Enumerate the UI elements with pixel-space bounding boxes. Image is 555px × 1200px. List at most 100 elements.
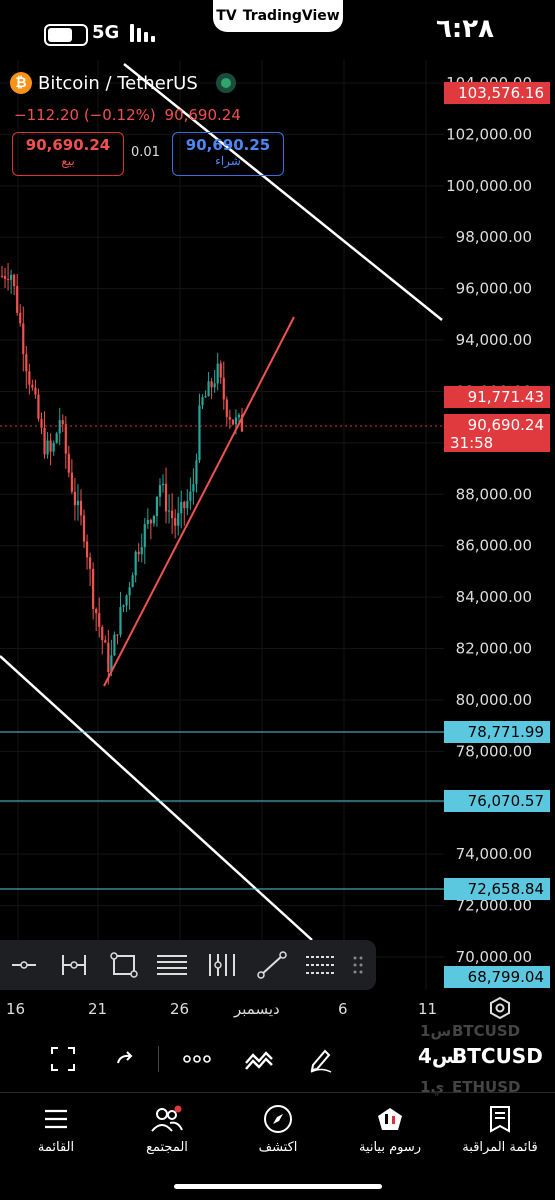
candle-body — [64, 424, 67, 454]
candle-body — [146, 519, 149, 525]
candle-body — [101, 626, 104, 641]
tab-watchlist[interactable]: قائمة المراقبة — [450, 1100, 550, 1155]
horizontal-line-icon[interactable] — [6, 948, 42, 982]
candle-body — [225, 399, 228, 417]
watchlist-symbol[interactable]: ETHUSD — [452, 1078, 520, 1096]
indicators-icon[interactable] — [244, 1044, 274, 1074]
compass-icon — [264, 1105, 292, 1133]
price-change: −112.20 (−0.12%) 90,690.24 — [14, 106, 241, 124]
community-icon — [151, 1105, 183, 1132]
tradingview-pill[interactable]: TV TradingView — [213, 0, 343, 32]
price-chart[interactable]: 104,000.00102,000.00100,000.0098,000.009… — [0, 60, 555, 990]
more-options-icon[interactable] — [182, 1044, 212, 1074]
symbol-header[interactable]: ₿ Bitcoin / TetherUS — [10, 72, 236, 94]
candle-body — [107, 642, 110, 673]
candle-body — [128, 587, 131, 596]
candle-body — [195, 460, 198, 485]
date-label: 16 — [6, 1000, 26, 1018]
price-tick-label: 88,000.00 — [456, 485, 532, 503]
candle-body — [140, 547, 143, 555]
date-label: ديسمبر — [234, 1000, 280, 1018]
price-tick-label: 102,000.00 — [446, 125, 532, 143]
clock: ٦:٢٨ — [436, 14, 495, 44]
fullscreen-icon[interactable] — [48, 1044, 78, 1074]
candle-body — [131, 575, 134, 588]
watchlist-symbol[interactable]: BTCUSD — [452, 1022, 520, 1040]
more-tools-icon[interactable] — [302, 948, 338, 982]
market-open-icon — [215, 73, 236, 93]
candle-body — [58, 420, 61, 434]
network-label: 5G — [92, 22, 120, 43]
candle-body — [149, 519, 152, 524]
candle-body — [22, 323, 25, 355]
top-level-label: 103,576.16 — [444, 82, 550, 104]
drawing-tools-icon[interactable] — [306, 1044, 336, 1074]
current-price-label: 90,690.24 31:58 — [444, 414, 550, 452]
candle-body — [73, 491, 77, 506]
tradingview-logo-icon: TV — [216, 8, 237, 24]
price-tick-label: 86,000.00 — [456, 537, 532, 555]
candle-body — [34, 387, 37, 395]
candle-body — [134, 551, 137, 576]
trend-line-icon[interactable] — [254, 948, 290, 982]
candle-body — [46, 440, 49, 455]
symbol-selector[interactable]: BTCUSD — [452, 1044, 543, 1068]
candle-body — [98, 613, 101, 627]
app-name: TradingView — [242, 8, 340, 24]
toolbar-drag-handle-icon[interactable] — [344, 948, 372, 982]
watchlist-interval: 1س — [420, 1022, 452, 1040]
candle-body — [177, 513, 180, 526]
range-icon[interactable] — [56, 948, 92, 982]
fib-levels-icon[interactable] — [204, 948, 240, 982]
channel-upper-line — [123, 63, 443, 321]
candle-body — [207, 381, 210, 397]
candle-body — [174, 518, 177, 526]
candle-body — [61, 420, 64, 425]
candle-body — [231, 419, 234, 425]
candle-body — [234, 417, 238, 425]
price-tick-label: 94,000.00 — [456, 331, 532, 349]
candle-body — [43, 427, 46, 455]
parallel-channel-icon[interactable] — [154, 948, 190, 982]
current-price-value: 90,690.24 — [467, 416, 544, 434]
tab-label: القائمة — [37, 1140, 75, 1155]
date-label: 21 — [88, 1000, 108, 1018]
candle-body — [161, 483, 165, 486]
tab-menu[interactable]: القائمة — [6, 1100, 106, 1155]
rectangle-icon[interactable] — [106, 948, 142, 982]
symbol-name: Bitcoin / TetherUS — [38, 72, 198, 94]
candle-body — [119, 607, 122, 635]
chart-icon — [378, 1108, 402, 1130]
candle-body — [89, 557, 92, 569]
date-label: 11 — [418, 1000, 438, 1018]
candle-body — [204, 396, 207, 398]
tab-community[interactable]: المجتمع — [117, 1100, 217, 1155]
candle-body — [137, 551, 140, 555]
candle-body — [201, 397, 204, 406]
spread-value: 0.01 — [131, 145, 160, 160]
candle-body — [113, 634, 116, 656]
menu-icon — [45, 1109, 67, 1129]
candle-body — [0, 275, 4, 277]
level-label-3: 72,658.84 — [444, 878, 550, 900]
sell-price: 90,690.24 — [25, 136, 111, 154]
tab-discover[interactable]: اكتشف — [228, 1100, 328, 1155]
sell-button[interactable]: 90,690.24 بيع — [12, 132, 124, 176]
chart-settings-icon[interactable] — [488, 996, 512, 1020]
buy-price: 90,690.25 — [185, 136, 271, 154]
control-divider — [158, 1046, 159, 1072]
candle-body — [167, 510, 171, 512]
redo-icon[interactable] — [110, 1044, 140, 1074]
price-tick-label: 100,000.00 — [446, 177, 532, 195]
candle-body — [37, 394, 40, 419]
tab-label: اكتشف — [258, 1140, 298, 1155]
candle-body — [189, 491, 192, 501]
candle-body — [10, 274, 13, 280]
tab-charts[interactable]: رسوم بيانية — [340, 1100, 440, 1155]
level-label-2: 76,070.57 — [444, 790, 550, 812]
candle-body — [222, 377, 225, 400]
watchlist-icon — [490, 1106, 510, 1133]
buy-button[interactable]: 90,690.25 شراء — [172, 132, 284, 176]
candle-body — [122, 605, 125, 608]
candle-body — [19, 312, 22, 324]
